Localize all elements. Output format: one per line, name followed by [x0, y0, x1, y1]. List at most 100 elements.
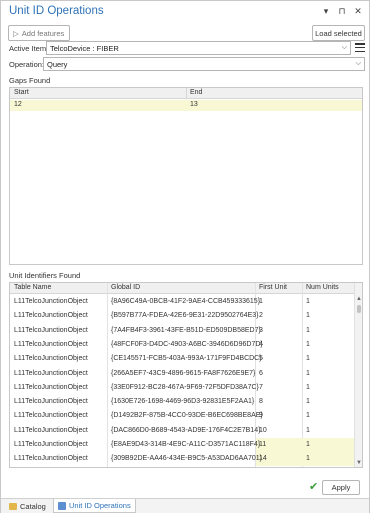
table-row[interactable]: L11TelcoJunctionObject {CE145571-FCB5-403…	[10, 352, 354, 366]
table-name-cell: L11TelcoJunctionObject	[14, 369, 88, 377]
global-id-cell: {309B92DE-AA46-434E-B9C5-A53DAD6AA701}	[111, 455, 262, 463]
first-unit-cell: 6	[259, 369, 263, 377]
global-id-cell: {8A96C49A-0BCB-41F2-9AE4-CCB459333615}	[111, 298, 261, 305]
vertical-scrollbar[interactable]: ▲ ▼	[354, 283, 362, 467]
gap-start-value: 12	[14, 101, 22, 108]
tab-catalog-label: Catalog	[20, 501, 46, 511]
num-units-cell: 1	[306, 340, 310, 348]
gaps-table-header: Start End	[10, 88, 362, 99]
table-row[interactable]: L11TelcoJunctionObject {DAC866D0-B689-454…	[10, 424, 354, 438]
units-column-global-id[interactable]: Global ID	[111, 284, 140, 291]
row-highlight	[256, 438, 354, 452]
first-unit-cell: 11	[259, 441, 267, 448]
global-id-cell: {7A4FB4F3-3961-43FE-B51D-ED509DB58ED7}	[111, 326, 261, 334]
table-row[interactable]: L11TelcoJunctionObject {7A4FB4F3-3961-43F…	[10, 324, 354, 338]
scroll-up-arrow-icon[interactable]: ▲	[355, 295, 362, 303]
table-name-cell: L11TelcoJunctionObject	[14, 298, 88, 305]
hamburger-menu-icon[interactable]	[355, 43, 365, 52]
num-units-cell: 1	[306, 398, 310, 406]
first-unit-cell: 3	[259, 326, 263, 334]
first-unit-cell: 2	[259, 312, 263, 320]
add-features-button[interactable]: ▷ Add features	[8, 25, 70, 41]
active-item-select[interactable]: TelcoDevice : FIBER ⌵	[46, 41, 351, 55]
tab-catalog[interactable]: Catalog	[5, 499, 50, 513]
table-row[interactable]: 12 13	[10, 100, 362, 111]
unit-identifiers-label: Unit Identifiers Found	[9, 271, 81, 280]
table-row[interactable]: L11TelcoJunctionObject {48FCF0F3-D4DC-490…	[10, 338, 354, 352]
close-icon[interactable]: ✕	[353, 6, 363, 16]
operation-value: Query	[47, 59, 68, 69]
options-dropdown-icon[interactable]: ▾	[321, 6, 331, 16]
title-bar: Unit ID Operations ▾ ⊓ ✕	[1, 1, 369, 23]
table-name-cell: L11TelcoJunctionObject	[14, 326, 88, 334]
table-name-cell: L11TelcoJunctionObject	[14, 312, 88, 320]
load-selected-button[interactable]: Load selected	[312, 25, 365, 41]
units-column-num-units[interactable]: Num Units	[306, 284, 339, 291]
tab-unit-id-operations[interactable]: Unit ID Operations	[53, 499, 136, 513]
first-unit-cell: 7	[259, 383, 263, 391]
gaps-column-start[interactable]: Start	[14, 89, 29, 96]
num-units-cell: 1	[306, 426, 310, 434]
table-row[interactable]: L11TelcoJunctionObject {33E0F912-BC28-467…	[10, 381, 354, 395]
operation-label: Operation:	[9, 60, 45, 69]
active-item-value: TelcoDevice : FIBER	[50, 43, 119, 53]
global-id-cell: {48FCF0F3-D4DC-4903-A6BC-3946D6D96D7D}	[111, 340, 263, 348]
table-row[interactable]: L11TelcoJunctionObject {1630E726-1698-446…	[10, 395, 354, 409]
apply-button[interactable]: Apply	[322, 480, 360, 495]
chevron-down-icon: ⌵	[355, 60, 361, 67]
gaps-column-end[interactable]: End	[190, 89, 202, 96]
unit-identifiers-table: Table Name Global ID First Unit Num Unit…	[9, 282, 363, 468]
global-id-cell: {D1492B2F-875B-4CC0-93DE-B6EC698BE8AE}	[111, 412, 263, 420]
table-name-cell: L11TelcoJunctionObject	[14, 383, 88, 391]
table-name-cell: L11TelcoJunctionObject	[14, 355, 88, 363]
global-id-cell: {266A5EF7-43C9-4896-9615-FA8F7626E9E7}	[111, 369, 256, 377]
check-icon: ✔	[309, 481, 319, 493]
num-units-cell: 1	[306, 326, 310, 334]
num-units-cell: 1	[306, 441, 310, 448]
dock-tab-bar: Catalog Unit ID Operations	[1, 498, 369, 513]
global-id-cell: {B597B77A-FDEA-42E6-9E31-22D9502764E3}	[111, 312, 259, 320]
table-row[interactable]: L11TelcoJunctionObject {8A96C49A-0BCB-41F…	[10, 295, 354, 309]
global-id-cell: {DAC866D0-B689-4543-AD9E-176F4C2E7B14}	[111, 426, 261, 434]
global-id-cell: {CE145571-FCB5-403A-993A-171F9FD4BCDC}	[111, 355, 262, 363]
first-unit-cell: 1	[259, 298, 263, 305]
table-row[interactable]: L11TelcoJunctionObject {B597B77A-FDEA-42E…	[10, 309, 354, 323]
auto-hide-pin-icon[interactable]: ⊓	[337, 6, 347, 16]
num-units-cell: 1	[306, 383, 310, 391]
add-features-icon: ▷	[13, 28, 19, 38]
global-id-cell: {1630E726-1698-4469-96D3-92831E5F2AA1}	[111, 398, 255, 406]
table-row[interactable]: L11TelcoJunctionObject {E8AE9D43-314B-4E9…	[10, 438, 354, 452]
table-name-cell: L11TelcoJunctionObject	[14, 412, 88, 420]
global-id-cell: {E8AE9D43-314B-4E9C-A11C-D3571AC118F4}	[111, 441, 261, 448]
title-icons: ▾ ⊓ ✕	[321, 6, 363, 16]
first-unit-cell: 8	[259, 398, 263, 406]
units-column-table-name[interactable]: Table Name	[14, 284, 51, 291]
tab-unit-id-operations-label: Unit ID Operations	[69, 501, 131, 510]
table-row[interactable]: L11TelcoJunctionObject {D1492B2F-875B-4CC…	[10, 409, 354, 423]
num-units-cell: 1	[306, 298, 310, 305]
num-units-cell: 1	[306, 312, 310, 320]
units-column-first-unit[interactable]: First Unit	[259, 284, 287, 291]
scroll-down-arrow-icon[interactable]: ▼	[355, 459, 362, 467]
operation-select[interactable]: Query ⌵	[43, 57, 365, 71]
scroll-thumb[interactable]	[357, 305, 361, 313]
num-units-cell: 1	[306, 412, 310, 420]
first-unit-cell: 10	[259, 426, 267, 434]
first-unit-cell: 5	[259, 355, 263, 363]
num-units-cell: 1	[306, 455, 310, 463]
table-name-cell: L11TelcoJunctionObject	[14, 441, 88, 448]
active-item-label: Active Item:	[9, 44, 49, 53]
row-highlight	[256, 452, 354, 467]
pane-title: Unit ID Operations	[9, 5, 104, 17]
global-id-cell: {33E0F912-BC28-467A-9F69-72F5DFD38A7C}	[111, 383, 259, 391]
table-name-cell: L11TelcoJunctionObject	[14, 455, 88, 463]
table-row[interactable]: L11TelcoJunctionObject {309B92DE-AA46-434…	[10, 452, 354, 467]
num-units-cell: 1	[306, 355, 310, 363]
table-row[interactable]: L11TelcoJunctionObject {266A5EF7-43C9-489…	[10, 367, 354, 381]
num-units-cell: 1	[306, 369, 310, 377]
gap-end-value: 13	[190, 101, 198, 108]
catalog-icon	[9, 502, 17, 510]
gaps-table: Start End 12 13	[9, 87, 363, 265]
first-unit-cell: 9	[259, 412, 263, 420]
unit-id-operations-icon	[58, 501, 66, 510]
